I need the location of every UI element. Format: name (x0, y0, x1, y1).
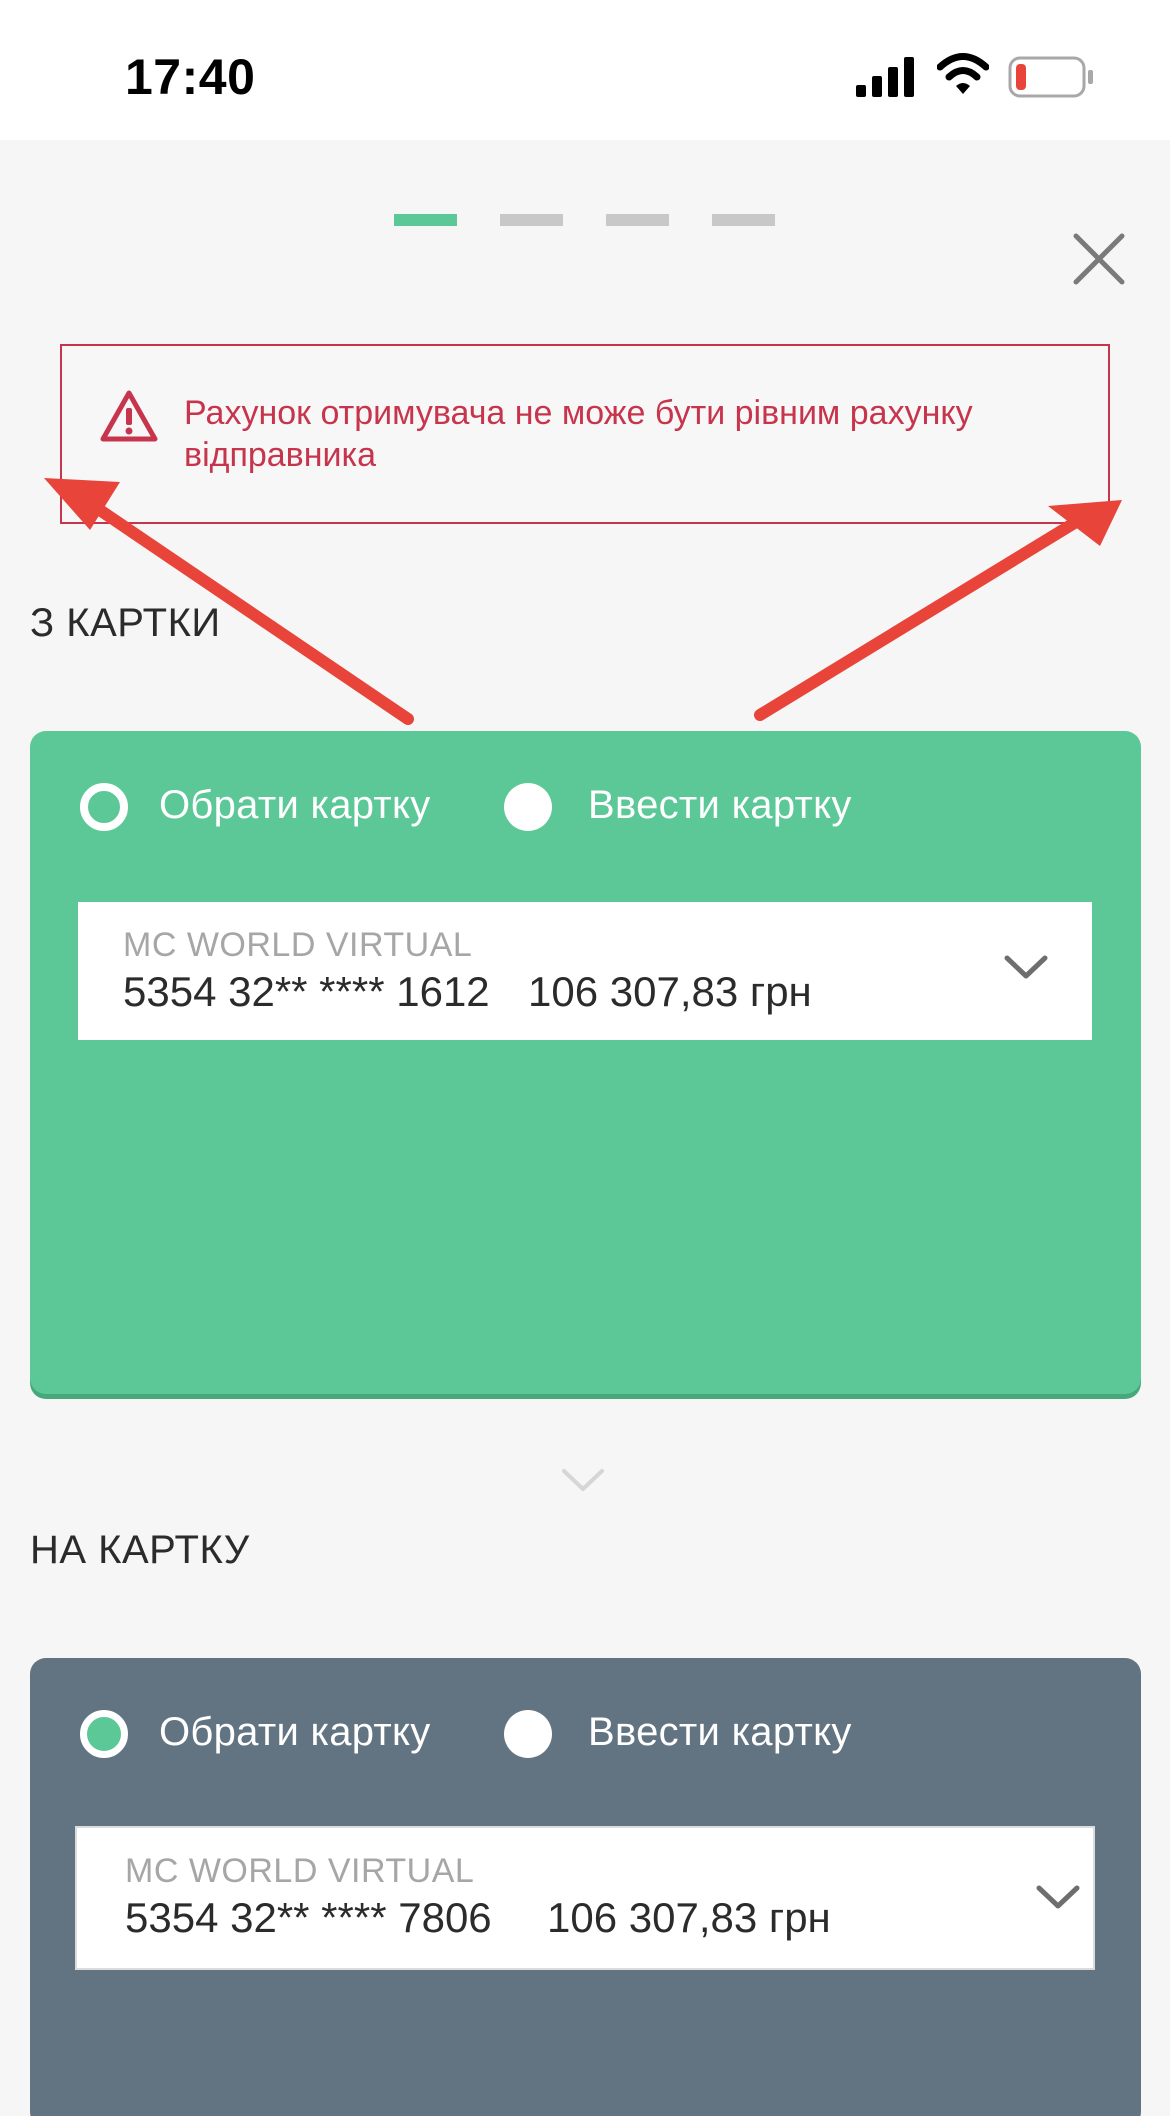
step-3-indicator (606, 214, 669, 226)
annotation-arrow-right (754, 516, 1082, 721)
from-enter-card-label[interactable]: Ввести картку (588, 783, 852, 828)
to-card-panel: Обрати картку Ввести картку MC WORLD VIR… (30, 1658, 1141, 2116)
card-number: 5354 32** **** 1612 (123, 968, 490, 1015)
to-enter-card-radio[interactable] (504, 1710, 552, 1758)
step-indicator (394, 214, 777, 227)
from-enter-card-radio[interactable] (504, 783, 552, 831)
card-number: 5354 32** **** 7806 (125, 1894, 492, 1941)
to-card-select[interactable]: MC WORLD VIRTUAL 5354 32** **** 7806 106… (75, 1826, 1095, 1970)
status-bar: 17:40 (0, 0, 1170, 140)
card-balance: 106 307,83 грн (547, 1894, 831, 1941)
card-name: MC WORLD VIRTUAL (125, 1852, 475, 1890)
to-choose-card-label[interactable]: Обрати картку (159, 1710, 431, 1755)
cellular-signal-icon (856, 57, 914, 97)
to-card-title: НА КАРТКУ (30, 1528, 250, 1572)
warning-icon (100, 390, 158, 442)
card-name: MC WORLD VIRTUAL (123, 926, 473, 964)
status-time: 17:40 (125, 49, 256, 105)
from-card-select[interactable]: MC WORLD VIRTUAL 5354 32** **** 1612 106… (78, 902, 1092, 1040)
from-card-panel: Обрати картку Ввести картку MC WORLD VIR… (30, 731, 1141, 1394)
step-1-indicator (394, 214, 457, 226)
to-enter-card-label[interactable]: Ввести картку (588, 1710, 852, 1755)
battery-low-icon (1008, 56, 1093, 98)
from-choose-card-radio[interactable] (80, 783, 128, 831)
to-choose-card-radio[interactable] (80, 1710, 128, 1758)
card-balance: 106 307,83 грн (528, 968, 812, 1015)
chevron-down-icon (562, 1469, 604, 1491)
wifi-icon (937, 53, 989, 94)
error-banner: Рахунок отримувача не може бути рівним р… (60, 344, 1110, 524)
from-card-title: З КАРТКИ (30, 601, 221, 645)
step-2-indicator (500, 214, 563, 226)
close-button[interactable] (1066, 226, 1132, 292)
chevron-down-icon (1036, 1885, 1080, 1909)
step-4-indicator (712, 214, 775, 226)
chevron-down-icon (1004, 955, 1048, 979)
from-choose-card-label[interactable]: Обрати картку (159, 783, 431, 828)
error-message: Рахунок отримувача не може бути рівним р… (184, 394, 973, 474)
